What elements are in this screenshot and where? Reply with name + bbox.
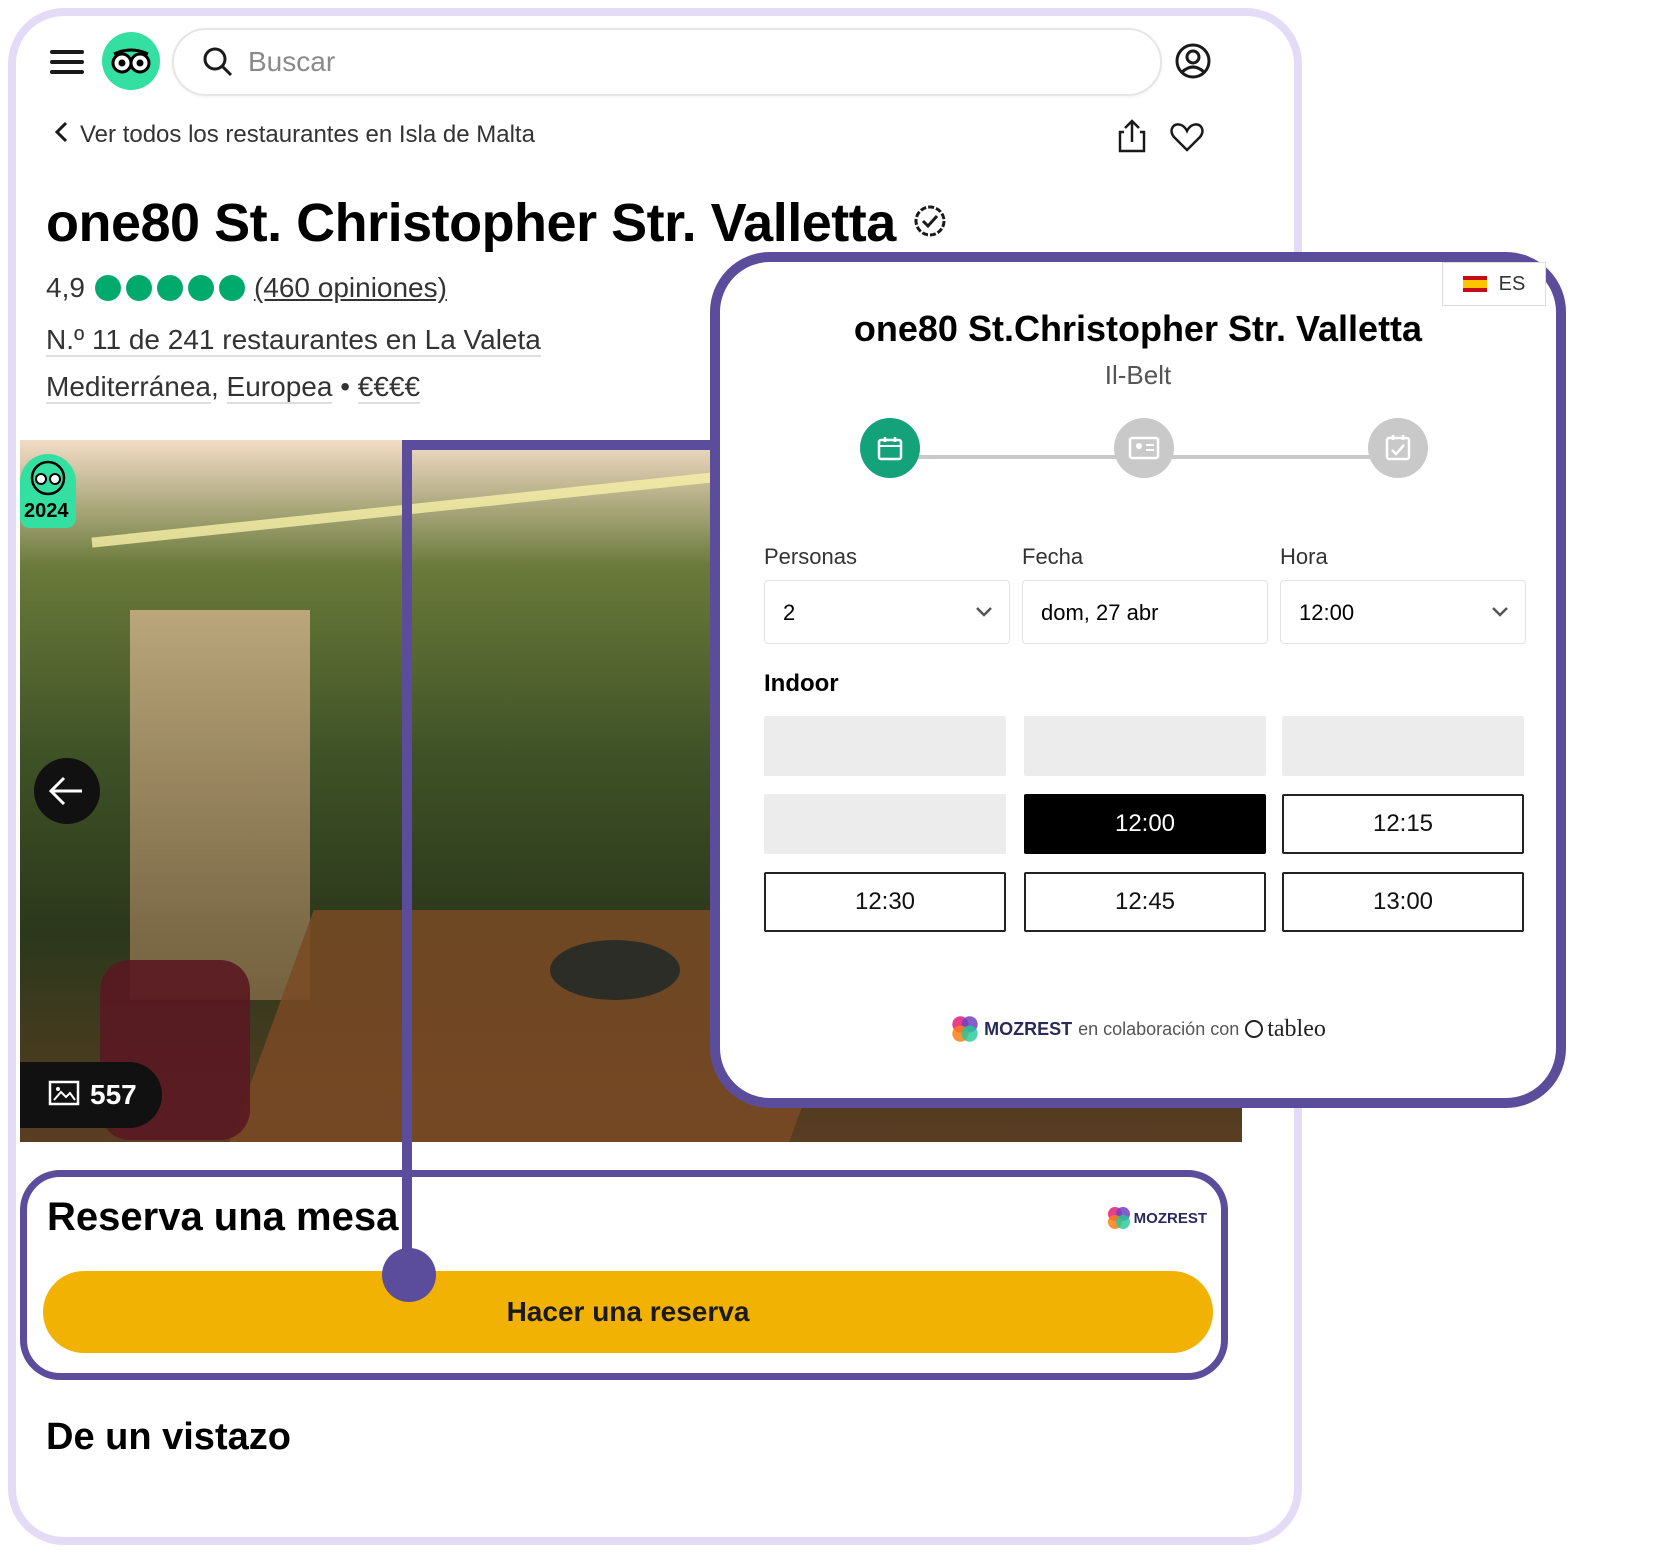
cuisine-row: Mediterránea, Europea • €€€€ [46,371,421,404]
date-value: dom, 27 abr [1041,600,1159,625]
step-confirm[interactable] [1368,418,1428,478]
back-link[interactable]: Ver todos los restaurantes en Isla de Ma… [52,120,535,149]
search-placeholder: Buscar [248,46,336,77]
reserve-section: Reserva una mesa MOZREST Hacer una reser… [20,1170,1228,1380]
ranking-label[interactable]: N.º 11 de 241 restaurantes en La Valeta [46,324,541,357]
people-select[interactable]: 2 [764,580,1010,644]
search-icon [202,46,234,83]
time-slot-label: 12:00 [1114,810,1176,837]
account-icon[interactable] [1174,42,1212,85]
make-reservation-button[interactable]: Hacer una reserva [43,1271,1213,1353]
time-slot[interactable]: 13:00 [1282,872,1524,932]
mozrest-label: MOZREST [1133,1209,1207,1227]
previous-photo-button[interactable] [34,758,100,824]
cuisine-1[interactable]: Mediterránea [46,371,211,404]
language-label: ES [1498,272,1526,295]
share-icon[interactable] [1116,118,1148,159]
step-date[interactable] [860,418,920,478]
section-indoor: Indoor [764,670,839,697]
widget-header: one80 St.Christopher Str. Valletta Il-Be… [720,308,1556,391]
wine-window [130,610,310,1000]
award-year: 2024 [24,500,69,522]
tableo-icon [1245,1020,1264,1038]
mozrest-logo: MOZREST [1106,1205,1207,1231]
time-slot-label: 12:30 [854,888,916,915]
date-label: Fecha [1022,544,1084,569]
flag-es-icon [1462,276,1487,292]
language-selector[interactable]: ES [1442,262,1546,306]
restaurant-title: one80 St. Christopher Str. Valletta [46,193,896,253]
back-link-label: Ver todos los restaurantes en Isla de Ma… [80,120,535,148]
travellers-choice-badge: 2024 [20,454,76,528]
mozrest-logo-icon [952,1016,978,1042]
step-details[interactable] [1114,418,1174,478]
time-slot-empty [764,716,1006,776]
menu-icon[interactable] [50,44,84,80]
time-slot-selected[interactable]: 12:00 [1024,794,1266,854]
chevron-down-icon [976,607,992,617]
footer-partner: tableo [1267,1015,1326,1042]
title-row: one80 St. Christopher Str. Valletta [46,192,948,254]
time-slot[interactable]: 12:30 [764,872,1006,932]
time-slot-label: 13:00 [1372,888,1434,915]
calendar-check-icon [1385,435,1411,461]
time-slot-empty [1024,716,1266,776]
time-select[interactable]: 12:00 [1280,580,1526,644]
price-range[interactable]: €€€€ [357,371,421,404]
cuisine-2[interactable]: Europea [226,371,333,404]
make-reservation-label: Hacer una reserva [506,1296,750,1327]
connector-node-bottom [382,1248,436,1302]
widget-title: one80 St.Christopher Str. Valletta [853,308,1423,349]
image-icon [48,1080,80,1111]
tripadvisor-logo[interactable] [102,32,160,90]
booking-widget: ES one80 St.Christopher Str. Valletta Il… [710,252,1566,1108]
time-label: Hora [1280,544,1328,569]
widget-subtitle: Il-Belt [1104,360,1172,390]
ranking-text[interactable]: N.º 11 de 241 restaurantes en La Valeta [46,324,541,357]
footer-text: en colaboración con [1078,1018,1240,1039]
id-card-icon [1128,436,1160,460]
time-slot-label: 12:45 [1114,888,1176,915]
date-field[interactable]: dom, 27 abr [1022,580,1268,644]
time-value: 12:00 [1299,600,1355,625]
people-value: 2 [783,600,796,625]
time-slot[interactable]: 12:15 [1282,794,1524,854]
widget-footer: MOZREST en colaboración con tableo [720,1014,1556,1044]
rating-row: 4,9 (460 opiniones) [46,272,447,304]
time-slot-empty [764,794,1006,854]
rating-bubbles [94,275,250,301]
rating-value: 4,9 [46,272,85,303]
light-strip [91,462,809,548]
chevron-left-icon [52,120,72,149]
photo-count: 557 [90,1079,137,1110]
time-slot-empty [1282,716,1524,776]
bowl [550,940,680,1000]
heart-icon[interactable] [1170,122,1204,157]
footer-brand: MOZREST [984,1018,1073,1039]
time-slot[interactable]: 12:45 [1024,872,1266,932]
time-slot-label: 12:15 [1372,810,1434,837]
reviews-link[interactable]: (460 opiniones) [254,272,447,304]
reserve-heading: Reserva una mesa [47,1195,399,1239]
calendar-icon [877,437,903,461]
glance-heading: De un vistazo [46,1416,291,1458]
photo-count-badge[interactable]: 557 [20,1062,162,1128]
verified-icon [912,203,948,244]
chevron-down-icon [1492,607,1508,617]
connector-line [402,440,412,1278]
people-label: Personas [764,544,857,569]
search-input[interactable]: Buscar [172,28,1162,96]
